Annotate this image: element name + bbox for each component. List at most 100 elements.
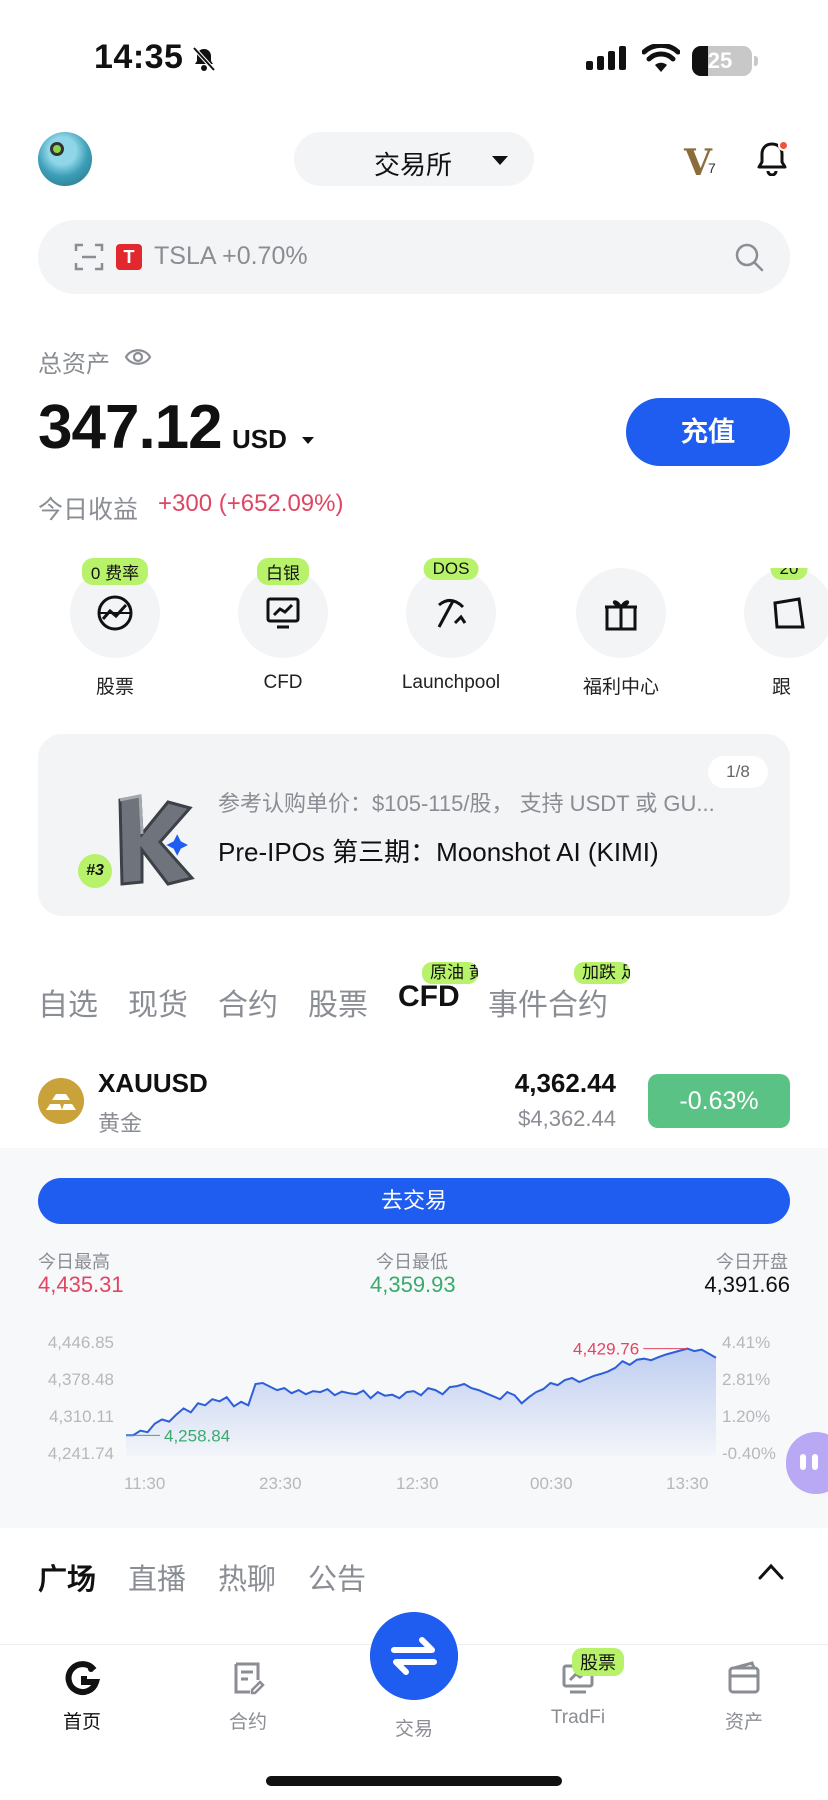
tab-stocks[interactable]: 股票 <box>308 980 368 1024</box>
quick-badge: 0 费率 <box>81 558 149 585</box>
max-annotation: 4,429.76 <box>573 1340 639 1359</box>
y-tick: 1.20% <box>722 1407 770 1426</box>
quick-label: 跟 <box>772 677 792 698</box>
nav-label: 合约 <box>228 1712 267 1733</box>
home-logo-icon <box>65 1661 101 1696</box>
chart-monitor-icon <box>266 597 300 629</box>
tab-futures[interactable]: 合约 <box>218 980 278 1024</box>
nav-label: 资产 <box>724 1712 763 1733</box>
exchange-switcher[interactable]: 交易所 <box>294 132 534 186</box>
tab-live[interactable]: 直播 <box>128 1556 186 1598</box>
y-tick: 2.81% <box>722 1370 770 1389</box>
low-value: 4,359.93 <box>370 1272 456 1297</box>
nav-label: TradFi <box>550 1707 606 1728</box>
quick-label: CFD <box>263 672 303 693</box>
go-trade-button[interactable]: 去交易 <box>38 1178 790 1224</box>
quick-label: 福利中心 <box>582 677 659 698</box>
low-label: 今日最低 <box>376 1252 448 1272</box>
instrument-price-usd: $4,362.44 <box>518 1106 616 1131</box>
quick-action-rewards[interactable]: 福利中心 <box>546 568 696 699</box>
signal-icon <box>586 46 626 70</box>
wallet-icon <box>728 1661 760 1694</box>
x-tick: 00:30 <box>530 1474 573 1493</box>
y-tick: 4,310.11 <box>49 1407 114 1426</box>
nav-assets[interactable]: 资产 <box>684 1660 804 1734</box>
quick-action-cfd[interactable]: 白银 CFD <box>208 558 358 694</box>
quick-badge: 白银 <box>257 558 309 585</box>
bell-mute-icon <box>192 46 216 72</box>
tab-badge: 加跌 足球 <box>574 962 630 984</box>
y-tick: 4,446.85 <box>48 1333 114 1352</box>
tab-badge: 原油 黄金 <box>422 962 478 984</box>
banner-title: Pre-IPOs 第三期：Moonshot AI (KIMI) <box>218 837 659 867</box>
nav-label: 首页 <box>62 1712 101 1733</box>
tab-spot[interactable]: 现货 <box>128 980 188 1024</box>
search-placeholder: TSLA +0.70% <box>154 242 308 270</box>
open-value: 4,391.66 <box>704 1272 790 1297</box>
gift-icon <box>605 600 637 631</box>
instrument-price: 4,362.44 <box>514 1068 616 1098</box>
tesla-logo-icon: T <box>116 244 142 270</box>
banner-tag: #3 <box>78 854 112 888</box>
x-tick: 12:30 <box>396 1474 439 1493</box>
tradfi-badge: 股票 <box>572 1648 624 1676</box>
open-label: 今日开盘 <box>716 1252 788 1272</box>
vip-level: 7 <box>708 160 716 176</box>
x-tick: 13:30 <box>666 1474 709 1493</box>
high-value: 4,435.31 <box>38 1272 124 1297</box>
x-tick: 23:30 <box>259 1474 302 1493</box>
pickaxe-icon <box>437 599 467 628</box>
wallet-icon <box>773 597 805 629</box>
notification-dot <box>778 140 789 151</box>
tab-watchlist[interactable]: 自选 <box>38 980 98 1024</box>
instrument-name: 黄金 <box>98 1111 143 1136</box>
today-pnl-label: 今日收益 <box>38 496 139 524</box>
y-tick: -0.40% <box>722 1444 776 1463</box>
quick-badge: 20 <box>770 568 808 580</box>
y-tick: 4,241.74 <box>48 1444 114 1463</box>
x-tick: 11:30 <box>124 1474 166 1493</box>
high-label: 今日最高 <box>38 1252 110 1272</box>
tab-announcements[interactable]: 公告 <box>308 1556 366 1598</box>
promo-banner[interactable]: #3 参考认购单价：$105-115/股， 支持 USDT 或 GU... Pr… <box>38 734 790 916</box>
globe-chart-icon <box>97 595 133 631</box>
battery-icon: 25 <box>692 46 758 76</box>
min-annotation: 4,258.84 <box>164 1426 230 1445</box>
currency-selector[interactable]: USD <box>232 424 287 455</box>
contract-doc-icon <box>234 1662 265 1695</box>
search-bar[interactable]: T TSLA +0.70% <box>38 220 790 294</box>
quick-action-copy[interactable]: 20 跟 <box>714 568 828 699</box>
avatar[interactable] <box>38 132 92 186</box>
total-assets-label: 总资产 <box>38 351 110 378</box>
quick-action-launchpool[interactable]: DOS Launchpool <box>376 558 526 694</box>
tab-cfd[interactable]: CFD <box>398 980 460 1014</box>
home-indicator <box>266 1776 562 1786</box>
quick-label: Launchpool <box>401 672 501 693</box>
change-percent-button[interactable]: -0.63% <box>648 1074 790 1128</box>
nav-home[interactable]: 首页 <box>22 1660 142 1734</box>
exchange-label: 交易所 <box>374 150 453 180</box>
search-icon[interactable] <box>734 242 764 272</box>
caret-down-icon <box>492 156 508 165</box>
quick-action-stocks[interactable]: 0 费率 股票 <box>40 558 190 699</box>
banner-pager: 1/8 <box>708 756 768 788</box>
today-pnl-value: +300 (+652.09%) <box>158 490 344 517</box>
nav-label: 交易 <box>394 1719 433 1740</box>
scan-icon[interactable] <box>74 243 104 271</box>
caret-down-icon[interactable] <box>302 437 314 444</box>
battery-level: 25 <box>707 48 733 73</box>
quick-label: 股票 <box>95 677 134 698</box>
chevron-up-icon[interactable] <box>758 1562 784 1580</box>
trade-swap-icon[interactable] <box>370 1612 458 1700</box>
instrument-symbol: XAUUSD <box>98 1068 208 1098</box>
tab-hot-chat[interactable]: 热聊 <box>218 1556 276 1598</box>
nav-futures[interactable]: 合约 <box>188 1660 308 1734</box>
deposit-button[interactable]: 充值 <box>626 398 790 466</box>
y-tick: 4,378.48 <box>48 1370 114 1389</box>
tab-event-contracts[interactable]: 事件合约 <box>488 980 608 1024</box>
wifi-icon <box>642 44 680 72</box>
quick-badge: DOS <box>423 558 479 580</box>
gold-bar-icon <box>38 1078 84 1124</box>
tab-square[interactable]: 广场 <box>38 1556 96 1598</box>
eye-icon[interactable] <box>124 346 152 368</box>
